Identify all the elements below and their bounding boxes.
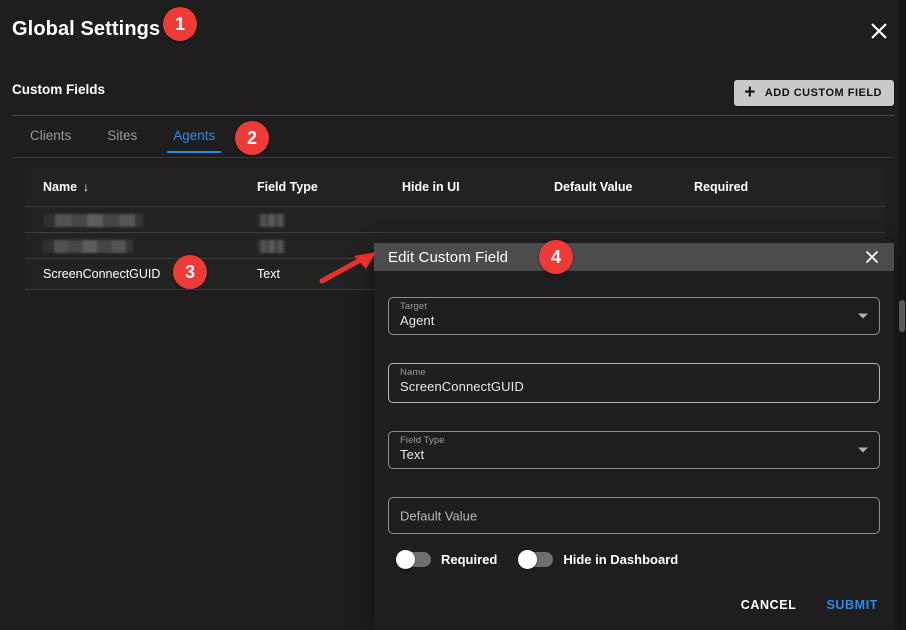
redacted-text — [257, 239, 285, 253]
target-value: Agent — [400, 313, 435, 328]
section-divider — [12, 115, 894, 116]
hide-in-dashboard-toggle[interactable] — [518, 550, 554, 569]
target-label: Target — [400, 301, 428, 312]
chevron-down-icon — [858, 313, 868, 319]
cell-field-type-redacted — [257, 212, 402, 227]
arrow-down-icon: ↓ — [83, 180, 90, 194]
default-value-field[interactable]: Default Value — [388, 497, 880, 534]
annotation-badge-3: 3 — [173, 255, 207, 289]
table-header-row: Name ↓ Field Type Hide in UI Default Valu… — [25, 168, 885, 207]
required-toggle-label: Required — [441, 552, 498, 567]
name-field[interactable]: Name ScreenConnectGUID — [388, 363, 880, 403]
tab-bar: Clients Sites Agents — [12, 122, 233, 156]
name-label: Name — [400, 367, 426, 378]
scrollbar-thumb[interactable] — [899, 300, 905, 332]
column-header-required[interactable]: Required — [694, 180, 834, 194]
column-header-name-label: Name — [43, 180, 78, 194]
dialog-close-icon[interactable] — [862, 247, 882, 267]
field-type-label: Field Type — [400, 435, 445, 446]
add-custom-field-label: ADD CUSTOM FIELD — [764, 87, 882, 99]
annotation-badge-1: 1 — [163, 7, 197, 41]
global-settings-page: Global Settings Custom Fields + ADD CUST… — [0, 0, 906, 630]
tab-divider — [12, 157, 894, 158]
edit-custom-field-dialog: Edit Custom Field Target Agent Name Scre… — [374, 243, 894, 630]
cancel-button[interactable]: CANCEL — [739, 594, 799, 616]
redacted-text — [257, 213, 285, 227]
section-title: Custom Fields — [12, 82, 106, 97]
tab-sites[interactable]: Sites — [89, 122, 155, 153]
required-toggle[interactable] — [396, 550, 431, 569]
hide-in-dashboard-toggle-label: Hide in Dashboard — [563, 552, 679, 567]
cell-name-redacted — [25, 212, 257, 227]
tab-agents[interactable]: Agents — [155, 122, 233, 153]
dialog-title: Edit Custom Field — [388, 248, 509, 266]
toggle-row: Required Hide in Dashboard — [388, 550, 880, 569]
column-header-hide-in-ui[interactable]: Hide in UI — [402, 180, 554, 194]
annotation-badge-2: 2 — [235, 121, 269, 155]
vertical-scrollbar[interactable] — [898, 0, 906, 630]
dialog-actions: CANCEL SUBMIT — [739, 594, 880, 616]
table-row[interactable] — [25, 207, 885, 233]
close-icon[interactable] — [864, 16, 894, 46]
toggle-knob — [518, 550, 538, 569]
column-header-name[interactable]: Name ↓ — [25, 180, 257, 194]
chevron-down-icon — [858, 447, 868, 453]
default-value-placeholder: Default Value — [400, 508, 478, 523]
target-select[interactable]: Target Agent — [388, 297, 880, 335]
tab-clients[interactable]: Clients — [12, 122, 89, 153]
redacted-text — [43, 239, 133, 253]
field-type-value: Text — [400, 447, 425, 462]
redacted-text — [43, 213, 143, 227]
submit-button[interactable]: SUBMIT — [824, 594, 880, 616]
cell-name-redacted — [25, 238, 257, 253]
page-title: Global Settings — [12, 18, 161, 40]
column-header-default-value[interactable]: Default Value — [554, 180, 694, 194]
dialog-body: Target Agent Name ScreenConnectGUID Fiel… — [374, 271, 894, 569]
page-header: Global Settings — [0, 0, 906, 62]
toggle-knob — [396, 550, 415, 569]
cell-name: ScreenConnectGUID — [43, 267, 161, 281]
field-type-select[interactable]: Field Type Text — [388, 431, 880, 469]
add-custom-field-button[interactable]: + ADD CUSTOM FIELD — [734, 80, 894, 106]
name-value: ScreenConnectGUID — [400, 379, 524, 394]
column-header-field-type[interactable]: Field Type — [257, 180, 402, 194]
annotation-badge-4: 4 — [539, 240, 573, 274]
plus-icon: + — [744, 81, 756, 103]
dialog-titlebar: Edit Custom Field — [374, 243, 894, 271]
